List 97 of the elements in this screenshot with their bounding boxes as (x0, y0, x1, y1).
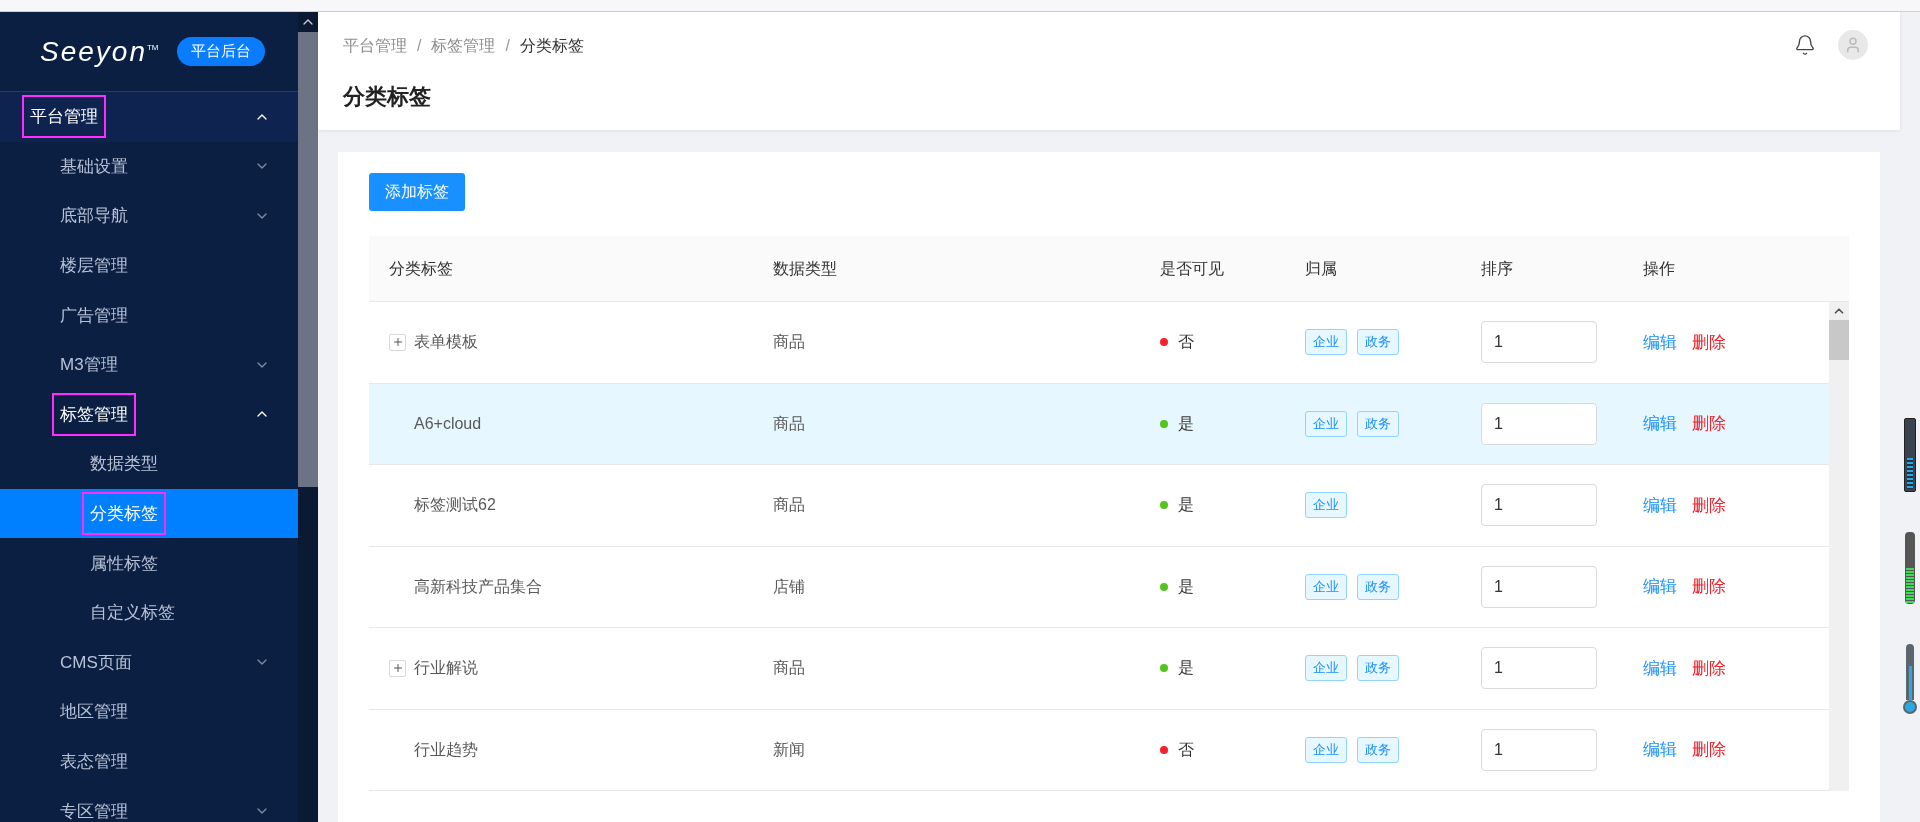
sidebar-item[interactable]: CMS页面 (0, 637, 298, 688)
logo-text: Seeyon (40, 37, 147, 66)
sidebar-item-label: 楼层管理 (60, 257, 128, 275)
column-header: 排序 (1480, 258, 1514, 279)
sidebar-item[interactable]: 表态管理 (0, 736, 298, 787)
table-cell-text: 店铺 (772, 576, 806, 597)
expand-button[interactable] (389, 333, 406, 351)
page-title: 分类标签 (343, 83, 432, 111)
order-input[interactable]: 1 (1481, 728, 1597, 771)
delete-link[interactable]: 删除 (1692, 574, 1726, 600)
table-cell-text: 商品 (772, 658, 806, 679)
tag: 企业 (1305, 736, 1347, 763)
sidebar-item-label: 数据类型 (90, 455, 158, 473)
order-input[interactable]: 1 (1481, 484, 1597, 527)
sidebar-item[interactable]: 基础设置 (0, 141, 298, 192)
delete-link[interactable]: 删除 (1692, 411, 1726, 437)
order-input[interactable]: 1 (1481, 565, 1597, 608)
sidebar-item-label: 属性标签 (90, 554, 158, 572)
sidebar-item[interactable]: M3管理 (0, 339, 298, 390)
order-input[interactable]: 1 (1481, 321, 1597, 364)
scrollbar-thumb[interactable] (1829, 320, 1849, 360)
bell-icon[interactable] (1794, 34, 1816, 56)
sidebar-item[interactable]: 广告管理 (0, 290, 298, 340)
breadcrumb-separator: / (417, 36, 422, 56)
column-header: 分类标签 (388, 258, 454, 279)
table-cell-text: 标签测试62 (414, 495, 496, 516)
column-header: 操作 (1642, 258, 1676, 279)
tag: 企业 (1305, 655, 1347, 682)
table-cell-text: 否 (1178, 739, 1194, 760)
sidebar-item-label: 平台管理 (24, 97, 104, 137)
tag: 企业 (1305, 573, 1347, 600)
table-cell-text: 商品 (772, 332, 806, 353)
sidebar-item[interactable]: 数据类型 (0, 439, 298, 489)
breadcrumb-separator: / (505, 36, 510, 56)
tag: 企业 (1305, 329, 1347, 356)
order-input[interactable]: 1 (1481, 647, 1597, 690)
table-cell-text: 行业解说 (414, 658, 478, 679)
sidebar-item-label: 广告管理 (60, 306, 128, 324)
column-header: 是否可见 (1159, 258, 1225, 279)
delete-link[interactable]: 删除 (1692, 492, 1726, 518)
table-cell-text: 是 (1178, 658, 1194, 679)
sidebar-item[interactable]: 属性标签 (0, 538, 298, 588)
sidebar-item-label: 表态管理 (60, 753, 128, 770)
column-header: 数据类型 (772, 258, 838, 279)
sidebar-item-label: 自定义标签 (90, 604, 175, 622)
sidebar-item[interactable]: 楼层管理 (0, 240, 298, 291)
table-cell-text: 商品 (772, 413, 806, 434)
level-gadget (1905, 532, 1915, 604)
delete-link[interactable]: 删除 (1692, 655, 1726, 681)
sidebar-item[interactable]: 标签管理 (0, 389, 298, 440)
table-cell-text: 行业趋势 (414, 739, 478, 760)
order-input[interactable]: 1 (1481, 402, 1597, 445)
sidebar-item-label: 专区管理 (60, 802, 128, 820)
column-header: 归属 (1304, 258, 1338, 279)
table-cell-text: 是 (1178, 495, 1194, 516)
sidebar-item-label: M3管理 (60, 356, 118, 374)
avatar[interactable] (1838, 30, 1868, 60)
plus-icon (391, 336, 404, 349)
delete-link[interactable]: 删除 (1692, 737, 1726, 763)
table-cell-text: 是 (1178, 413, 1194, 434)
sidebar-item[interactable]: 地区管理 (0, 687, 298, 737)
user-icon (1844, 36, 1862, 54)
thermometer-gadget (1903, 644, 1917, 714)
tag: 政务 (1357, 573, 1399, 600)
sidebar-item[interactable]: 平台管理 (0, 92, 298, 142)
tag: 企业 (1305, 410, 1347, 437)
table-cell-text: 表单模板 (414, 332, 478, 353)
table-cell-text: A6+cloud (414, 413, 482, 434)
sidebar-item-label: 地区管理 (60, 703, 128, 721)
delete-link[interactable]: 删除 (1692, 329, 1726, 355)
table-cell-text: 新闻 (772, 739, 806, 760)
sidebar-item-label: 底部导航 (60, 207, 128, 225)
sidebar-item-label: 分类标签 (84, 494, 164, 534)
table-cell-text: 商品 (772, 495, 806, 516)
table-row[interactable]: A6+cloud 商品 是 企业 政务 1 编辑 删除 (369, 383, 1829, 465)
sidebar-item[interactable]: 专区管理 (0, 786, 298, 822)
tag: 政务 (1357, 655, 1399, 682)
sidebar-item[interactable]: 底部导航 (0, 191, 298, 241)
breadcrumb-link[interactable]: 标签管理 (431, 34, 496, 58)
tag: 企业 (1305, 492, 1347, 519)
table-cell-text: 高新科技产品集合 (414, 576, 542, 597)
table-cell-text: 否 (1178, 332, 1194, 353)
trademark-text: TM (146, 43, 159, 52)
sidebar-item-label: 基础设置 (60, 157, 128, 175)
table-cell-text: 是 (1178, 576, 1194, 597)
expand-button[interactable] (389, 659, 406, 677)
tag: 政务 (1357, 329, 1399, 356)
sidebar-item[interactable]: 自定义标签 (0, 587, 298, 638)
tag: 政务 (1357, 736, 1399, 763)
tag: 政务 (1357, 410, 1399, 437)
breadcrumb-link[interactable]: 平台管理 (343, 34, 407, 58)
sidebar-item-label: 标签管理 (54, 394, 134, 434)
sidebar-item[interactable]: 分类标签 (0, 488, 298, 539)
sidebar-item-label: CMS页面 (60, 653, 132, 671)
scrollbar-thumb[interactable] (298, 32, 318, 487)
platform-badge: 平台后台 (176, 37, 265, 66)
plus-icon (391, 662, 404, 675)
